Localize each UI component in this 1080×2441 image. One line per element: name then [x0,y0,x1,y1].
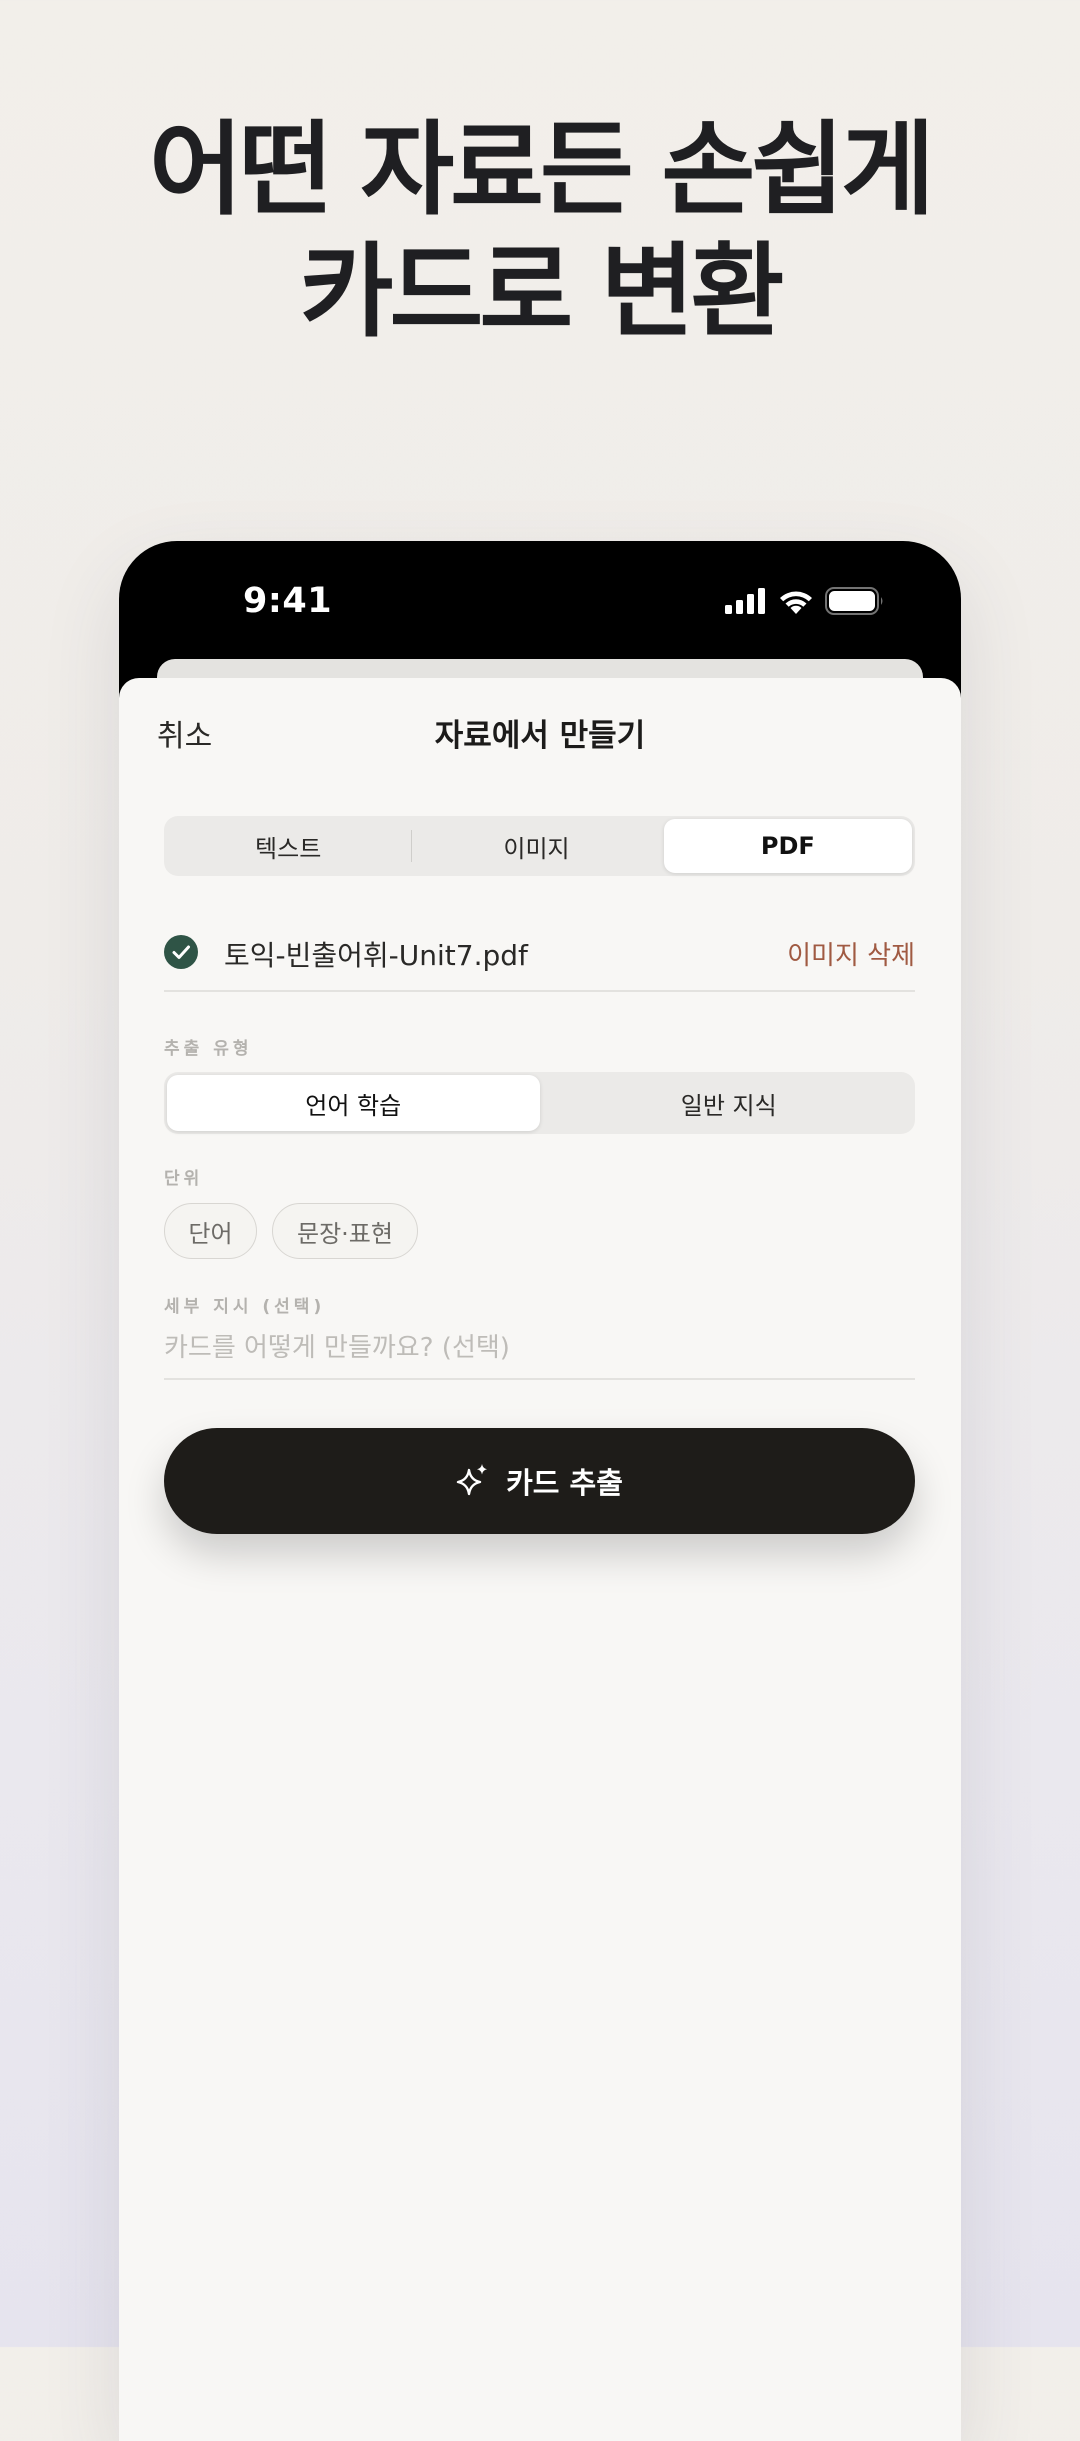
cellular-signal-icon [725,588,765,614]
status-time: 9:41 [243,581,333,621]
extract-button-label: 카드 추출 [506,1466,623,1500]
tab-text[interactable]: 텍스트 [164,816,413,876]
battery-icon [825,587,883,615]
tab-pdf[interactable]: PDF [663,819,912,873]
option-language-learning[interactable]: 언어 학습 [167,1075,540,1131]
sheet-title: 자료에서 만들기 [434,718,646,754]
delete-file-button[interactable]: 이미지 삭제 [787,935,915,972]
file-name: 토익-빈출어휘-Unit7.pdf [224,939,528,972]
headline-line-2: 카드로 변환 [299,233,785,352]
sparkle-icon [456,1464,488,1496]
instruction-input[interactable] [164,1328,915,1368]
create-from-source-sheet: 자료에서 만들기 취소 텍스트 이미지 PDF 토익-빈출어휘-Unit7.pd… [119,678,961,2441]
instruction-label: 세부 지시 (선택) [164,1297,326,1317]
option-general-knowledge[interactable]: 일반 지식 [543,1072,916,1134]
tab-image[interactable]: 이미지 [412,816,660,876]
divider [164,1378,915,1380]
extract-type-label: 추출 유형 [164,1039,253,1059]
check-circle-icon [164,935,198,969]
chip-sentence-expression[interactable]: 문장·표현 [272,1203,418,1259]
divider [164,990,915,992]
extract-cards-button[interactable]: 카드 추출 [164,1428,915,1534]
chip-word[interactable]: 단어 [164,1203,257,1259]
unit-label: 단위 [164,1169,204,1189]
status-icons [725,585,885,617]
phone-frame: 9:41 자료에서 만들기 취소 텍스트 이미지 PDF 토익-빈출어휘-Uni… [119,541,961,2441]
selected-file-row: 토익-빈출어휘-Unit7.pdf 이미지 삭제 [164,928,915,988]
cancel-button[interactable]: 취소 [157,711,212,755]
headline: 어떤 자료든 손쉽게 카드로 변환 [0,110,1080,354]
headline-line-1: 어떤 자료든 손쉽게 [149,111,935,230]
wifi-icon [780,591,812,614]
source-type-segmented-control: 텍스트 이미지 PDF [164,816,915,876]
extract-type-segmented-control: 언어 학습 일반 지식 [164,1072,915,1134]
